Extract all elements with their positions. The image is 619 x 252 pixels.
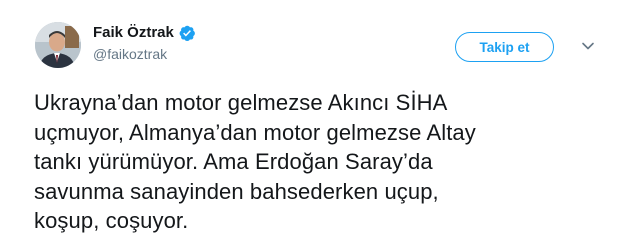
verified-badge-icon bbox=[178, 24, 196, 42]
tweet-card: Faik Öztrak @faikoztrak Takip et Ukrayna… bbox=[0, 0, 619, 252]
tweet-line: koşup, coşuyor. bbox=[34, 208, 189, 233]
tweet-line: tankı yürümüyor. Ama Erdoğan Saray’da bbox=[34, 149, 433, 174]
chevron-down-icon[interactable] bbox=[581, 39, 595, 53]
tweet-line: savunma sanayinden bahsederken uçup, bbox=[34, 178, 439, 204]
avatar[interactable] bbox=[35, 22, 81, 68]
handle[interactable]: @faikoztrak bbox=[93, 45, 196, 63]
profile-photo-icon bbox=[35, 22, 81, 68]
follow-button[interactable]: Takip et bbox=[455, 32, 554, 62]
display-name[interactable]: Faik Öztrak bbox=[93, 24, 174, 42]
author-block: Faik Öztrak @faikoztrak bbox=[93, 24, 196, 63]
tweet-text: Ukrayna’dan motor gelmezse Akıncı SİHA u… bbox=[34, 88, 594, 236]
tweet-line: Ukrayna’dan motor gelmezse Akıncı SİHA bbox=[34, 90, 448, 115]
tweet-line: uçmuyor, Almanya’dan motor gelmezse Alta… bbox=[34, 119, 476, 145]
name-row: Faik Öztrak bbox=[93, 24, 196, 42]
